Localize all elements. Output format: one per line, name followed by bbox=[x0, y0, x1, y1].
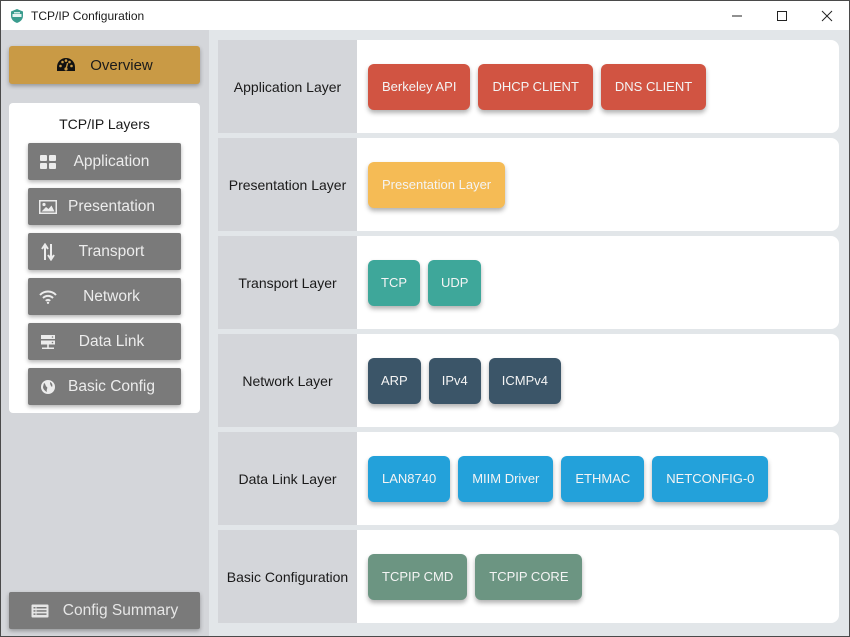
component-chip[interactable]: DHCP CLIENT bbox=[478, 63, 593, 110]
config-summary-button[interactable]: Config Summary bbox=[9, 592, 200, 629]
list-card-icon bbox=[31, 604, 49, 618]
arrows-up-down-icon bbox=[38, 242, 58, 261]
config-summary-label: Config Summary bbox=[62, 601, 179, 619]
close-button[interactable] bbox=[804, 1, 849, 30]
component-chip[interactable]: ARP bbox=[368, 357, 421, 404]
component-chip[interactable]: TCPIP CORE bbox=[475, 553, 583, 600]
component-chip[interactable]: MIIM Driver bbox=[458, 455, 554, 502]
component-chip[interactable]: ICMPv4 bbox=[488, 357, 561, 404]
wifi-icon bbox=[38, 290, 58, 304]
globe-icon bbox=[38, 379, 58, 395]
layer-row-network: Network Layer ARP IPv4 ICMPv4 bbox=[218, 334, 839, 427]
sidebar-item-transport[interactable]: Transport bbox=[28, 233, 181, 270]
layer-row-label: Presentation Layer bbox=[218, 138, 357, 231]
client-area: Overview TCP/IP Layers Application Prese… bbox=[1, 30, 849, 636]
layer-row-transport: Transport Layer TCP UDP bbox=[218, 236, 839, 329]
component-chip[interactable]: LAN8740 bbox=[368, 455, 451, 502]
sidebar-item-data-link[interactable]: Data Link bbox=[28, 323, 181, 360]
app-window: TCP/IP Configuration Overview TCP/IP Lay… bbox=[0, 0, 850, 637]
sidebar: Overview TCP/IP Layers Application Prese… bbox=[1, 30, 209, 636]
sidebar-item-label: Presentation bbox=[67, 197, 156, 215]
layer-row-label: Data Link Layer bbox=[218, 432, 357, 525]
layer-row-presentation: Presentation Layer Presentation Layer bbox=[218, 138, 839, 231]
component-chip[interactable]: Berkeley API bbox=[368, 63, 471, 110]
component-chip[interactable]: Presentation Layer bbox=[368, 161, 506, 208]
layer-row-label: Application Layer bbox=[218, 40, 357, 133]
minimize-icon bbox=[731, 15, 742, 16]
layer-row-application: Application Layer Berkeley API DHCP CLIE… bbox=[218, 40, 839, 133]
app-logo-icon bbox=[9, 8, 25, 24]
component-chip[interactable]: UDP bbox=[428, 259, 482, 306]
sidebar-item-network[interactable]: Network bbox=[28, 278, 181, 315]
sidebar-item-basic-config[interactable]: Basic Config bbox=[28, 368, 181, 405]
overview-label: Overview bbox=[90, 56, 153, 74]
layer-row-label: Basic Configuration bbox=[218, 530, 357, 623]
title-bar: TCP/IP Configuration bbox=[1, 1, 849, 30]
component-chip[interactable]: IPv4 bbox=[428, 357, 481, 404]
component-chip[interactable]: NETCONFIG-0 bbox=[652, 455, 769, 502]
image-icon bbox=[38, 199, 58, 214]
sidebar-item-label: Network bbox=[83, 287, 140, 305]
close-icon bbox=[821, 10, 832, 21]
sidebar-item-label: Transport bbox=[78, 242, 145, 260]
sidebar-item-label: Data Link bbox=[78, 332, 145, 350]
component-chip[interactable]: TCPIP CMD bbox=[368, 553, 468, 600]
grid-icon bbox=[38, 154, 58, 169]
overview-button[interactable]: Overview bbox=[9, 46, 200, 84]
layer-row-label: Transport Layer bbox=[218, 236, 357, 329]
window-title: TCP/IP Configuration bbox=[31, 8, 145, 23]
sidebar-item-presentation[interactable]: Presentation bbox=[28, 188, 181, 225]
layer-row-basic-configuration: Basic Configuration TCPIP CMD TCPIP CORE bbox=[218, 530, 839, 623]
component-chip[interactable]: ETHMAC bbox=[561, 455, 645, 502]
component-chip[interactable]: DNS CLIENT bbox=[600, 63, 707, 110]
tcpip-layers-panel: TCP/IP Layers Application Presentation T… bbox=[9, 103, 200, 413]
minimize-button[interactable] bbox=[714, 1, 759, 30]
sidebar-item-label: Application bbox=[73, 152, 150, 170]
sidebar-item-application[interactable]: Application bbox=[28, 143, 181, 180]
maximize-button[interactable] bbox=[759, 1, 804, 30]
layers-panel-title: TCP/IP Layers bbox=[59, 116, 150, 132]
layers-overview: Application Layer Berkeley API DHCP CLIE… bbox=[209, 30, 849, 636]
layer-row-data-link: Data Link Layer LAN8740 MIIM Driver ETHM… bbox=[218, 432, 839, 525]
component-chip[interactable]: TCP bbox=[368, 259, 420, 306]
maximize-icon bbox=[776, 10, 787, 21]
dashboard-gauge-icon bbox=[56, 57, 76, 73]
sidebar-item-label: Basic Config bbox=[67, 377, 155, 395]
server-icon bbox=[38, 334, 58, 350]
layer-row-label: Network Layer bbox=[218, 334, 357, 427]
